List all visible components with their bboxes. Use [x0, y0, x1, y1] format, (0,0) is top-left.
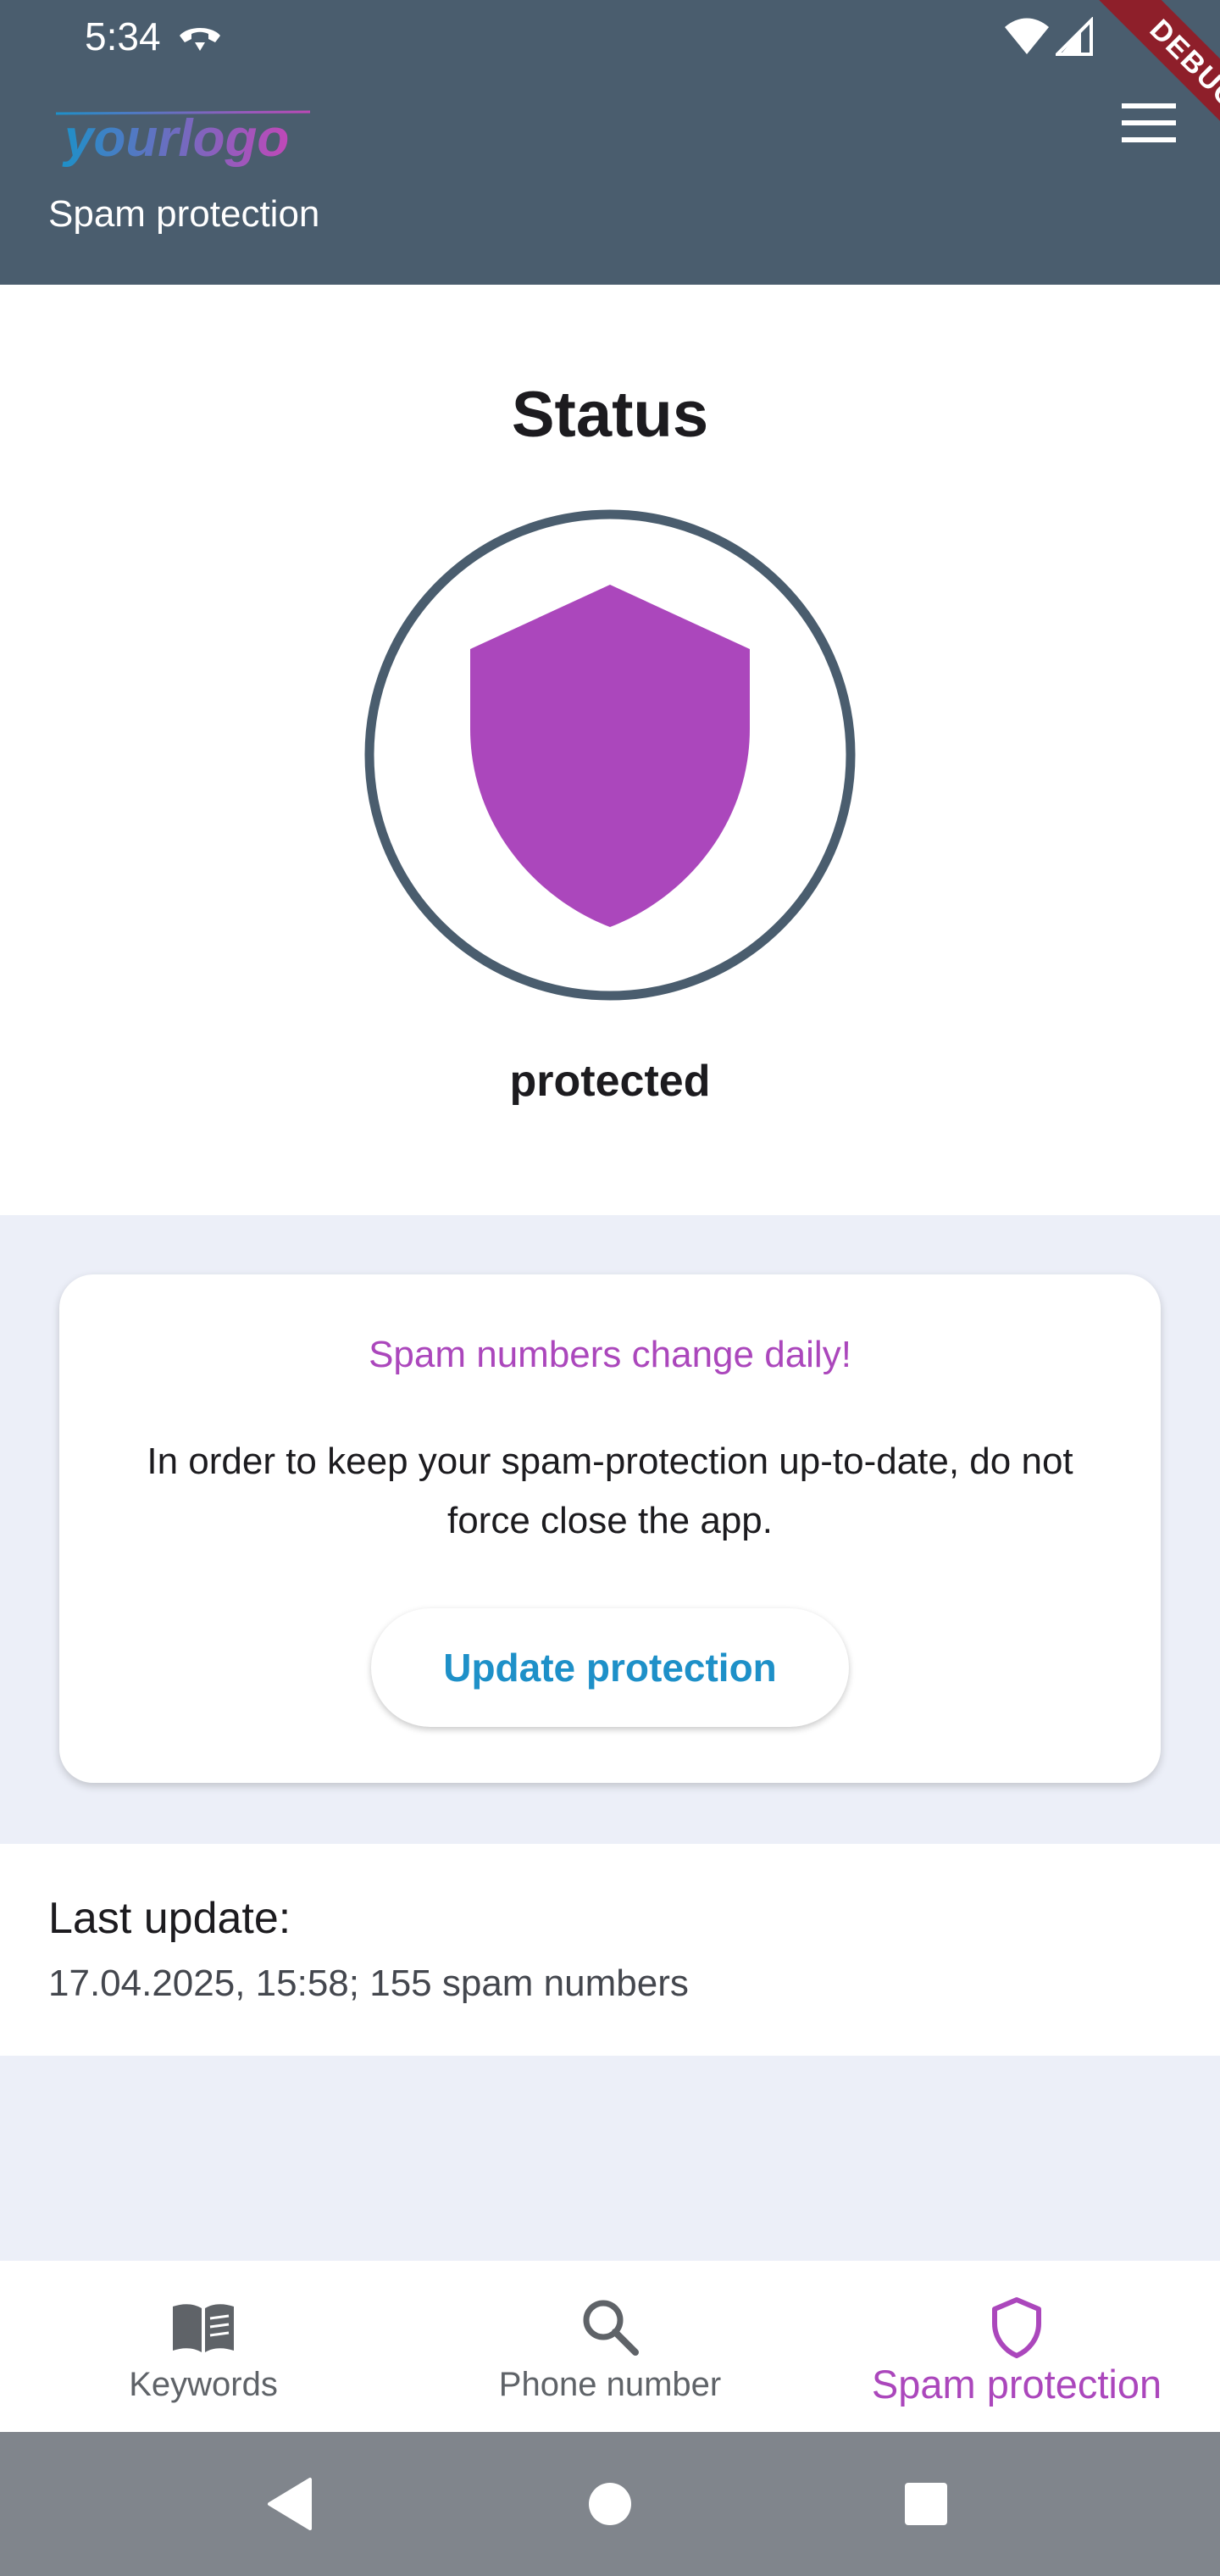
status-time: 5:34	[85, 14, 161, 58]
content-background	[0, 2056, 1220, 2261]
nav-item-phone-number[interactable]: Phone number	[407, 2261, 813, 2432]
page-title: Spam protection	[48, 193, 320, 235]
shield-icon	[470, 585, 750, 927]
status-heading: Status	[511, 379, 709, 451]
back-triangle-icon[interactable]	[254, 2466, 330, 2542]
bottom-navigation: Keywords Phone number Spam protection	[0, 2261, 1220, 2432]
card-headline: Spam numbers change daily!	[369, 1334, 851, 1375]
last-update-label: Last update:	[48, 1894, 291, 1943]
nav-label-keywords: Keywords	[129, 2366, 278, 2403]
shield-outline-icon	[992, 2297, 1041, 2358]
nav-item-spam-protection[interactable]: Spam protection	[813, 2261, 1220, 2432]
status-value: protected	[509, 1057, 711, 1106]
logo: yourlogo	[55, 109, 311, 168]
recents-square-icon[interactable]	[888, 2466, 964, 2542]
book-icon	[173, 2304, 234, 2352]
search-icon	[583, 2300, 639, 2356]
system-navigation-bar	[0, 2432, 1220, 2576]
update-protection-button[interactable]: Update protection	[371, 1608, 849, 1727]
status-shield-circle	[364, 509, 856, 1001]
info-card: Spam numbers change daily! In order to k…	[59, 1274, 1161, 1783]
home-circle-icon[interactable]	[572, 2466, 648, 2542]
debug-label: DEBUG	[1089, 0, 1220, 170]
nav-label-phone-number: Phone number	[498, 2366, 722, 2403]
card-body: In order to keep your spam-protection up…	[147, 1441, 1073, 1541]
nav-item-keywords[interactable]: Keywords	[0, 2261, 407, 2432]
last-update-section: Last update: 17.04.2025, 15:58; 155 spam…	[0, 1844, 1220, 2056]
logo-text: yourlogo	[62, 109, 289, 168]
last-update-value: 17.04.2025, 15:58; 155 spam numbers	[48, 1963, 689, 2004]
nav-label-spam-protection: Spam protection	[871, 2362, 1162, 2407]
call-end-icon	[180, 28, 220, 51]
debug-banner: DEBUG	[1034, 0, 1220, 186]
